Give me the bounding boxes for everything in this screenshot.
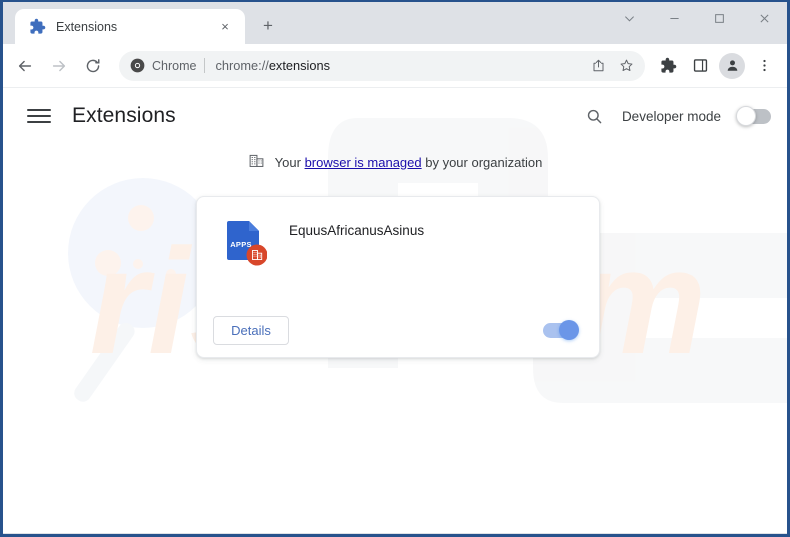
tab-title: Extensions — [56, 19, 118, 34]
extension-card[interactable]: APPS EquusAfricanusAsinus Details — [196, 196, 600, 358]
details-button[interactable]: Details — [213, 315, 289, 345]
url-scheme: chrome:// — [215, 58, 269, 73]
extensions-page: risk.com Extensions Developer mode — [3, 88, 787, 533]
extensions-header: Extensions Developer mode — [3, 88, 787, 144]
managed-link[interactable]: browser is managed — [305, 155, 422, 170]
managed-suffix: by your organization — [421, 154, 543, 170]
enterprise-building-icon — [248, 152, 265, 172]
share-icon[interactable] — [585, 53, 611, 79]
apps-document-icon: APPS — [225, 219, 268, 267]
omnibox-actions — [585, 53, 639, 79]
chevron-down-icon[interactable] — [607, 2, 652, 35]
reload-button[interactable] — [77, 50, 109, 82]
extensions-puzzle-icon[interactable] — [653, 50, 683, 82]
managed-browser-notice: Your browser is managed by your organiza… — [3, 152, 787, 172]
developer-mode-label: Developer mode — [621, 108, 721, 124]
profile-avatar-icon[interactable] — [719, 52, 745, 79]
puzzle-piece-icon — [29, 18, 46, 35]
close-icon[interactable] — [742, 2, 787, 35]
minimize-icon[interactable] — [652, 2, 697, 35]
omnibox-divider — [204, 58, 206, 73]
forward-button[interactable] — [43, 50, 75, 82]
three-dot-menu-icon[interactable] — [749, 50, 779, 82]
extension-enable-toggle[interactable] — [543, 319, 579, 340]
page-title: Extensions — [72, 104, 176, 127]
url-text: chrome://extensions — [213, 58, 577, 73]
browser-window: Extensions × + Chrome chrome://extension… — [0, 0, 790, 537]
tab-strip: Extensions × + — [3, 2, 787, 44]
toggle-knob — [736, 105, 756, 126]
header-controls: Developer mode — [584, 105, 771, 127]
window-controls — [607, 2, 787, 35]
hamburger-menu-icon[interactable] — [27, 104, 51, 128]
browser-toolbar: Chrome chrome://extensions — [3, 44, 787, 88]
bookmark-star-icon[interactable] — [613, 53, 639, 79]
url-path: extensions — [268, 58, 330, 73]
extensions-grid: APPS EquusAfricanusAsinus Details — [3, 196, 787, 358]
chrome-logo-icon — [130, 58, 145, 73]
new-tab-button[interactable]: + — [253, 11, 283, 41]
toggle-knob — [559, 319, 579, 340]
extension-card-top: APPS EquusAfricanusAsinus — [197, 197, 599, 267]
address-bar[interactable]: Chrome chrome://extensions — [119, 50, 645, 81]
managed-prefix: Your — [274, 154, 305, 170]
close-icon[interactable]: × — [215, 17, 235, 37]
managed-notice-text: Your browser is managed by your organiza… — [275, 155, 543, 170]
side-panel-icon[interactable] — [685, 50, 715, 82]
apps-icon-label: APPS — [230, 240, 252, 249]
tab-extensions[interactable]: Extensions × — [15, 9, 245, 44]
extension-card-bottom: Details — [197, 303, 599, 357]
extension-name: EquusAfricanusAsinus — [289, 223, 425, 238]
back-button[interactable] — [9, 50, 41, 82]
maximize-icon[interactable] — [697, 2, 742, 35]
chrome-identity-chip: Chrome — [130, 58, 196, 73]
search-icon[interactable] — [584, 105, 606, 127]
developer-mode-toggle[interactable] — [736, 105, 771, 126]
chrome-chip-label: Chrome — [152, 58, 197, 73]
